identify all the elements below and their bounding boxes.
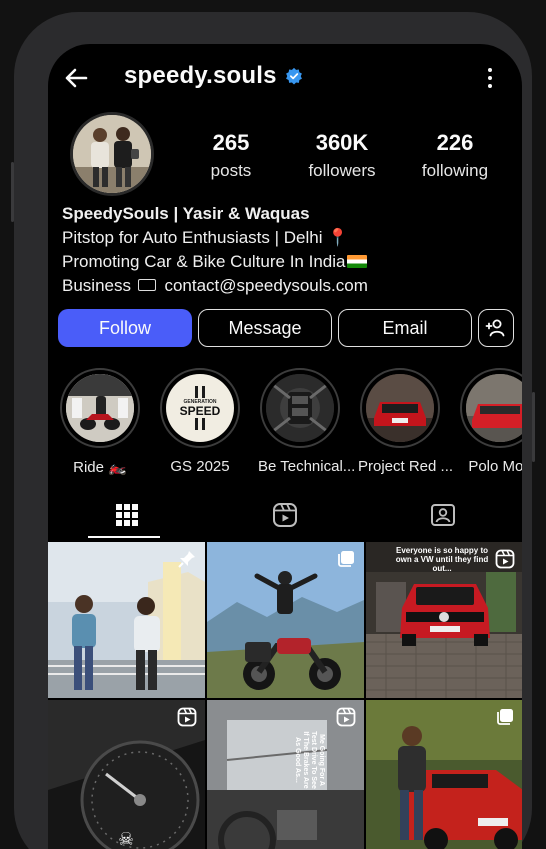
reels-icon <box>273 503 297 527</box>
follow-button[interactable]: Follow <box>58 309 192 347</box>
grid-icon <box>116 504 138 526</box>
username: speedy.souls <box>124 62 277 89</box>
phone-side-button <box>532 392 535 462</box>
active-tab-indicator <box>88 536 160 538</box>
business-label: Business <box>62 276 131 295</box>
posts-label: posts <box>210 161 252 180</box>
svg-text:☠: ☠ <box>118 829 134 849</box>
add-user-icon <box>485 319 505 337</box>
stat-following[interactable]: 226 following <box>412 130 498 181</box>
highlight-label: Project Red ... <box>358 458 454 475</box>
email-button[interactable]: Email <box>338 309 472 347</box>
following-label: following <box>421 161 489 180</box>
highlight-be-technical[interactable]: Be Technical... <box>258 368 356 475</box>
post-thumbnail[interactable]: Everyone is so happy to own a VW until t… <box>366 542 522 698</box>
tab-posts-grid[interactable] <box>48 492 206 538</box>
envelope-icon <box>137 279 156 291</box>
reel-icon <box>336 707 356 727</box>
highlight-ring: GENERATION SPEED <box>160 368 240 448</box>
highlight-ring <box>260 368 340 448</box>
highlight-cover-image <box>366 374 434 442</box>
back-arrow-icon[interactable] <box>60 62 92 94</box>
business-email[interactable]: contact@speedysouls.com <box>164 276 367 295</box>
post-thumbnail[interactable] <box>366 700 522 849</box>
carousel-icon <box>338 551 354 567</box>
highlight-cover-image <box>466 374 522 442</box>
highlight-ring <box>360 368 440 448</box>
india-flag-icon <box>347 255 368 268</box>
carousel-icon <box>497 709 513 725</box>
app-screen: speedy.souls 265 posts 360K followers 22… <box>48 44 522 849</box>
highlight-label: Be Technical... <box>258 458 356 475</box>
profile-avatar[interactable] <box>70 112 154 196</box>
highlight-label: Ride 🏍️ <box>73 459 127 476</box>
avatar-photo <box>73 115 151 193</box>
posts-grid: Everyone is so happy to own a VW until t… <box>48 542 522 849</box>
tab-tagged[interactable] <box>364 492 522 538</box>
verified-badge-icon <box>285 67 302 85</box>
stat-followers[interactable]: 360K followers <box>296 130 388 181</box>
bio-name: SpeedySouls | Yasir & Waquas <box>62 204 310 223</box>
speed-logo-bars <box>195 418 205 430</box>
phone-side-button <box>11 162 14 222</box>
phone-frame: speedy.souls 265 posts 360K followers 22… <box>11 12 535 849</box>
highlight-project-red[interactable]: Project Red ... <box>358 368 454 475</box>
post-thumbnail[interactable] <box>207 542 364 698</box>
highlight-cover <box>466 374 522 442</box>
bio-line-2-text: Promoting Car & Bike Culture In India <box>62 252 346 271</box>
stat-posts[interactable]: 265 posts <box>196 130 266 181</box>
highlight-ride[interactable]: Ride 🏍️ <box>58 368 142 476</box>
reel-icon <box>495 549 515 569</box>
top-bar: speedy.souls <box>48 44 522 108</box>
pin-icon <box>178 551 195 568</box>
highlight-ring <box>60 368 140 448</box>
highlight-label: Polo Mod <box>468 458 522 475</box>
post-thumbnail[interactable]: Me Going For A Test Drive To See If The … <box>207 700 364 849</box>
username-header: speedy.souls <box>124 62 303 90</box>
suggested-users-button[interactable] <box>478 309 514 347</box>
highlight-cover-image <box>266 374 334 442</box>
highlight-gs-2025[interactable]: GENERATION SPEED GS 2025 <box>158 368 242 475</box>
post-caption-overlay: Me Going For A Test Drive To See If The … <box>294 731 325 789</box>
tab-reels[interactable] <box>206 492 364 538</box>
highlight-cover <box>266 374 334 442</box>
bio-line-3: Business contact@speedysouls.com <box>62 274 512 298</box>
highlight-polo-mod[interactable]: Polo Mod <box>458 368 522 475</box>
speed-logo-bars <box>195 386 205 398</box>
highlight-cover <box>66 374 134 442</box>
highlight-label: GS 2025 <box>170 458 230 475</box>
followers-label: followers <box>308 161 376 180</box>
speed-logo-text: SPEED <box>179 404 221 418</box>
bio-line-1: Pitstop for Auto Enthusiasts | Delhi 📍 <box>62 228 349 247</box>
profile-bio: SpeedySouls | Yasir & Waquas Pitstop for… <box>62 202 512 298</box>
highlight-cover <box>366 374 434 442</box>
highlight-cover-image <box>66 374 134 442</box>
bio-line-2: Promoting Car & Bike Culture In India <box>62 250 512 274</box>
followers-count: 360K <box>315 130 369 155</box>
profile-tabs <box>48 492 522 538</box>
post-caption-overlay: Everyone is so happy to own a VW until t… <box>395 546 489 573</box>
posts-count: 265 <box>212 130 250 155</box>
tagged-icon <box>431 504 455 526</box>
post-thumbnail[interactable]: ☠ <box>48 700 205 849</box>
following-count: 226 <box>436 130 474 155</box>
message-button[interactable]: Message <box>198 309 332 347</box>
highlight-cover: GENERATION SPEED <box>166 374 234 442</box>
post-thumbnail[interactable] <box>48 542 205 698</box>
highlight-ring <box>460 368 522 448</box>
reel-icon <box>177 707 197 727</box>
more-vertical-icon[interactable] <box>480 64 500 92</box>
